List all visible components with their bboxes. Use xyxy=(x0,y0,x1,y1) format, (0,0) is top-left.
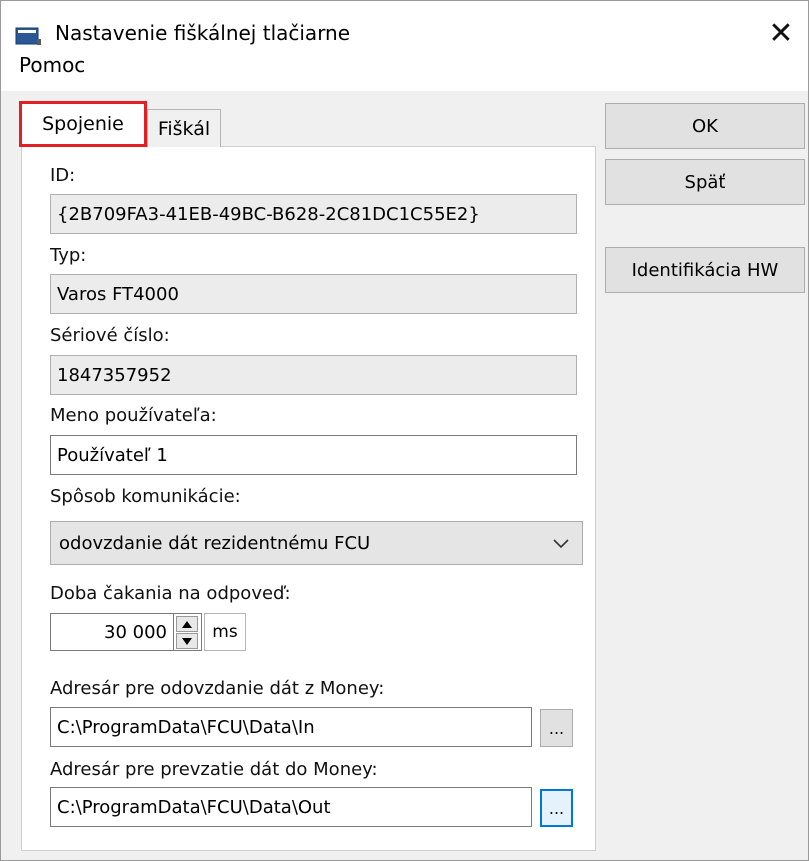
ok-button[interactable]: OK xyxy=(605,103,805,149)
menu-bar: Pomoc xyxy=(1,47,808,91)
dialog-window: Nastavenie fiškálnej tlačiarne ✕ Pomoc S… xyxy=(0,0,809,861)
serial-label: Sériové číslo: xyxy=(50,325,170,346)
out-dir-input[interactable]: C:\ProgramData\FCU\Data\In xyxy=(50,707,532,747)
id-label: ID: xyxy=(50,165,76,186)
type-label: Typ: xyxy=(50,245,87,266)
menu-help[interactable]: Pomoc xyxy=(19,53,85,77)
out-dir-browse-button[interactable]: ... xyxy=(540,709,573,747)
serial-field: 1847357952 xyxy=(50,355,577,395)
title-bar: Nastavenie fiškálnej tlačiarne ✕ xyxy=(1,1,808,51)
id-field: {2B709FA3-41EB-49BC-B628-2C81DC1C55E2} xyxy=(50,194,577,234)
chevron-down-icon xyxy=(552,534,570,552)
window-app-icon xyxy=(15,27,41,47)
out-dir-label: Adresár pre odovzdanie dát z Money: xyxy=(50,678,385,699)
type-field: Varos FT4000 xyxy=(50,274,577,314)
spin-up-icon[interactable] xyxy=(176,616,198,632)
timeout-spinner xyxy=(174,613,202,651)
comm-label: Spôsob komunikácie: xyxy=(50,486,241,507)
in-dir-label: Adresár pre prevzatie dát do Money: xyxy=(50,759,378,780)
spin-down-icon[interactable] xyxy=(176,633,198,649)
comm-select[interactable]: odovzdanie dát rezidentnému FCU xyxy=(50,521,583,565)
user-input[interactable]: Používateľ 1 xyxy=(50,435,577,475)
in-dir-input[interactable]: C:\ProgramData\FCU\Data\Out xyxy=(50,787,532,827)
in-dir-browse-button[interactable]: ... xyxy=(540,789,573,827)
window-title: Nastavenie fiškálnej tlačiarne xyxy=(55,21,351,45)
comm-select-value: odovzdanie dát rezidentnému FCU xyxy=(59,532,371,554)
tab-spojenie[interactable]: Spojenie xyxy=(19,101,147,147)
user-label: Meno používateľa: xyxy=(50,405,217,426)
timeout-label: Doba čakania na odpoveď: xyxy=(50,583,291,604)
timeout-input[interactable]: 30 000 xyxy=(50,613,174,651)
close-icon[interactable]: ✕ xyxy=(759,15,803,51)
timeout-unit: ms xyxy=(204,613,246,651)
back-button[interactable]: Späť xyxy=(605,159,805,205)
tab-fiskal[interactable]: Fiškál xyxy=(147,109,221,147)
hw-identification-button[interactable]: Identifikácia HW xyxy=(605,247,805,293)
